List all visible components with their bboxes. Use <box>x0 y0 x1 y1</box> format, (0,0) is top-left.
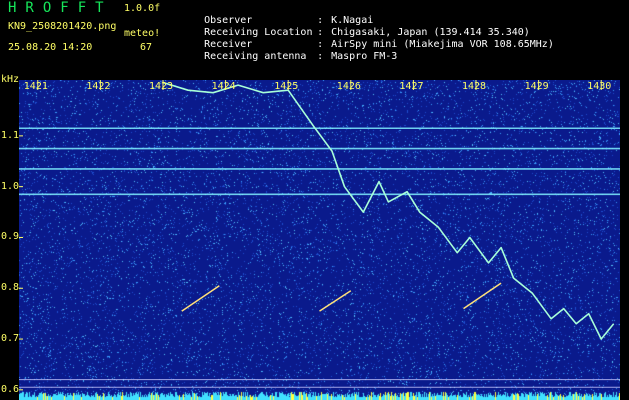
x-tick-label: 1426 <box>336 81 361 92</box>
y-tick-label: 0.7 <box>1 333 20 345</box>
x-tick-label: 1424 <box>211 81 236 92</box>
x-tick-label: 1429 <box>524 81 549 92</box>
x-tick-label: 1423 <box>148 81 174 92</box>
x-tick-label: 1428 <box>462 81 487 92</box>
y-tick-label: 0.9 <box>1 231 20 243</box>
doppler-trace <box>162 81 615 340</box>
meteor-echo <box>181 285 220 312</box>
meteor-echo <box>319 290 352 312</box>
y-tick-label: 0.8 <box>1 282 20 294</box>
y-tick-label: 0.6 <box>1 383 20 395</box>
spectrogram-overlay <box>19 80 620 391</box>
x-tick-label: 1430 <box>587 81 612 92</box>
x-tick-label: 1421 <box>23 81 48 92</box>
x-tick-label: 1425 <box>274 81 299 92</box>
x-tick-label: 1422 <box>86 81 111 92</box>
spectrogram-window: HROFFT 1.0.0f KN9_2508201420.png 25.08.2… <box>0 0 629 400</box>
x-tick-label: 1427 <box>399 81 424 92</box>
y-tick-label: 1.1 <box>1 129 20 141</box>
meteor-echo <box>463 282 502 310</box>
y-tick-label: 1.0 <box>1 180 20 192</box>
